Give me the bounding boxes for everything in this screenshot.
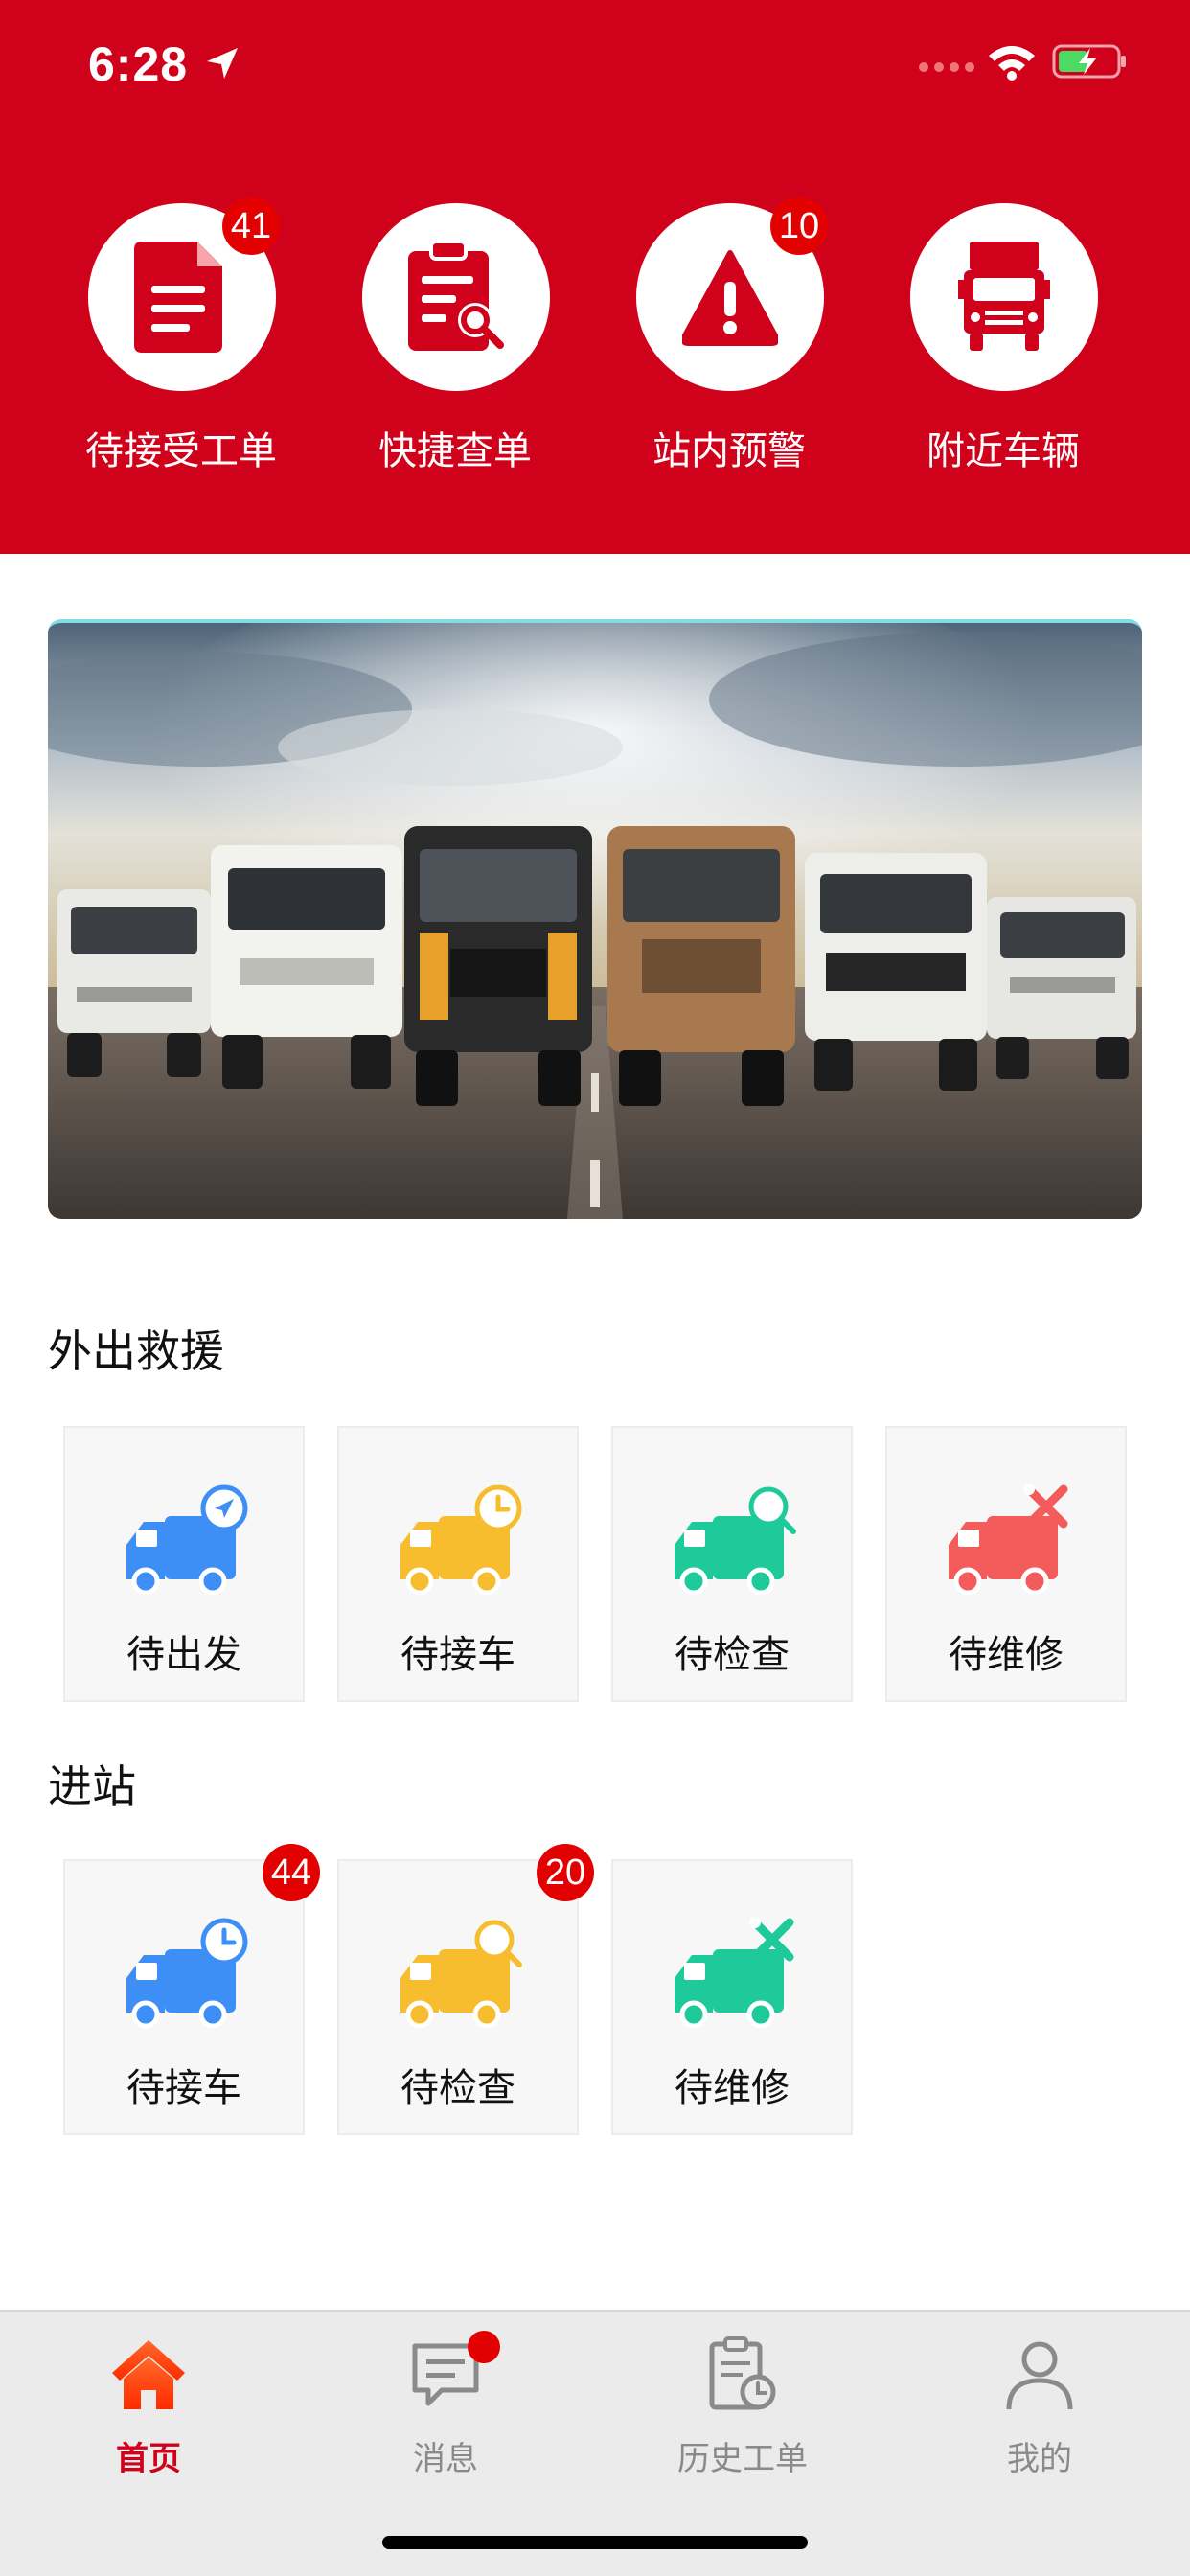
station-item-badge: 20 [537, 1844, 594, 1901]
quick-action-quick-search[interactable]: 快捷查单 [318, 203, 592, 481]
rescue-item-label: 待检查 [675, 1633, 790, 1677]
signal-dots-icon [919, 62, 974, 72]
rescue-item-label: 待出发 [126, 1633, 241, 1677]
rescue-item-repair[interactable]: 待维修 [885, 1426, 1127, 1702]
truck-search-icon [675, 1486, 796, 1596]
quick-action-label: 待接受工单 [85, 429, 277, 473]
header: 6:28 41 待接受工单 快捷查单 10 站内预警 附近车辆 [0, 0, 1190, 554]
rescue-item-label: 待接车 [400, 1633, 515, 1677]
quick-action-badge: 10 [770, 197, 828, 255]
home-icon [112, 2340, 185, 2409]
quick-action-label: 快捷查单 [378, 429, 532, 473]
rescue-item-pickup[interactable]: 待接车 [337, 1426, 579, 1702]
rescue-section-title: 外出救援 [48, 1325, 224, 1377]
quick-action-nearby-vehicles[interactable]: 附近车辆 [866, 203, 1140, 481]
tab-home[interactable]: 首页 [0, 2336, 297, 2490]
truck-front-icon [958, 242, 1050, 351]
promo-banner[interactable] [48, 619, 1142, 1219]
station-section-title: 进站 [48, 1760, 136, 1812]
tab-label: 历史工单 [677, 2440, 808, 2478]
home-indicator [382, 2536, 808, 2549]
station-item-repair[interactable]: 待维修 [611, 1859, 853, 2135]
warning-icon [682, 250, 778, 346]
location-arrow-icon [207, 48, 238, 79]
tab-history-orders[interactable]: 历史工单 [594, 2336, 891, 2490]
tab-messages[interactable]: 消息 [297, 2331, 594, 2490]
station-item-label: 待检查 [400, 2066, 515, 2110]
tab-label: 我的 [1007, 2440, 1072, 2478]
unread-dot [468, 2331, 500, 2363]
truck-clock-icon [400, 1484, 522, 1596]
quick-action-badge: 41 [222, 197, 280, 255]
battery-icon [1052, 44, 1126, 79]
station-item-inspect[interactable]: 待检查 20 [337, 1844, 594, 2135]
quick-action-circle [910, 203, 1098, 391]
station-item-badge: 44 [263, 1844, 320, 1901]
station-item-label: 待接车 [126, 2066, 241, 2110]
tab-label: 消息 [413, 2440, 478, 2478]
status-time: 6:28 [88, 37, 189, 91]
rescue-item-inspect[interactable]: 待检查 [611, 1426, 853, 1702]
quick-action-label: 站内预警 [652, 429, 806, 473]
tab-label: 首页 [116, 2440, 181, 2478]
wifi-icon [989, 46, 1035, 80]
rescue-item-depart[interactable]: 待出发 [63, 1426, 305, 1702]
tab-profile[interactable]: 我的 [891, 2336, 1188, 2490]
station-item-pickup[interactable]: 待接车 44 [63, 1844, 320, 2135]
truck-repair-icon [675, 1917, 794, 2029]
truck-repair-icon [949, 1484, 1068, 1596]
quick-action-station-warning[interactable]: 10 站内预警 [592, 197, 866, 481]
user-icon [1006, 2341, 1073, 2410]
quick-action-circle [362, 203, 550, 391]
station-item-label: 待维修 [675, 2066, 790, 2110]
quick-action-pending-orders[interactable]: 41 待接受工单 [44, 197, 318, 481]
trucks-banner-image [48, 623, 1142, 1219]
history-order-icon [709, 2336, 776, 2410]
quick-actions: 41 待接受工单 快捷查单 10 站内预警 附近车辆 [0, 197, 1190, 481]
document-icon [134, 242, 222, 353]
truck-search-icon [400, 1920, 522, 2029]
clipboard-search-icon [408, 242, 504, 351]
status-bar: 6:28 [0, 0, 1190, 125]
rescue-item-label: 待维修 [949, 1633, 1064, 1677]
truck-clock-icon [126, 1918, 248, 2029]
quick-action-label: 附近车辆 [927, 429, 1080, 473]
truck-send-icon [126, 1484, 248, 1596]
